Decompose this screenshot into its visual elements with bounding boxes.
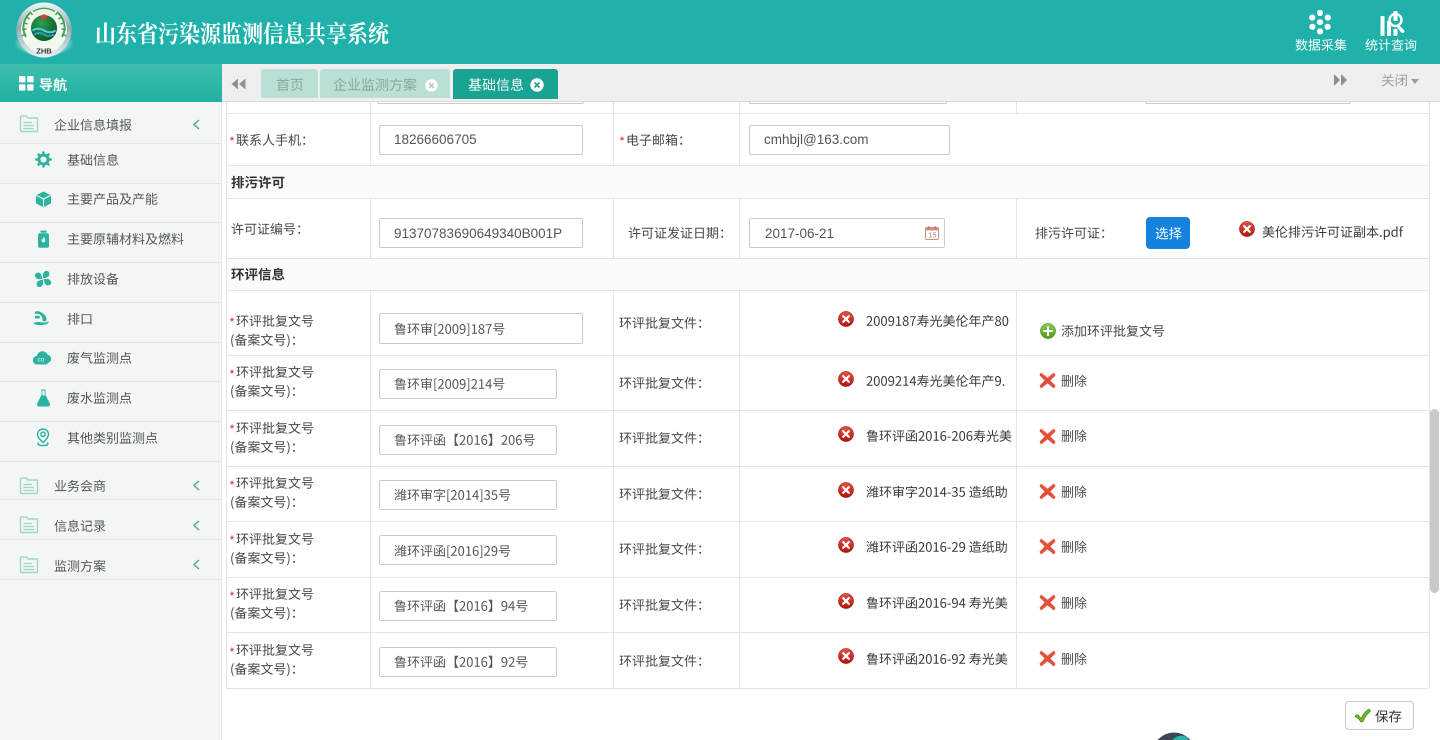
svg-text:co: co (38, 357, 45, 364)
svg-text:15: 15 (928, 231, 936, 240)
svg-text:ZHB: ZHB (36, 47, 52, 56)
